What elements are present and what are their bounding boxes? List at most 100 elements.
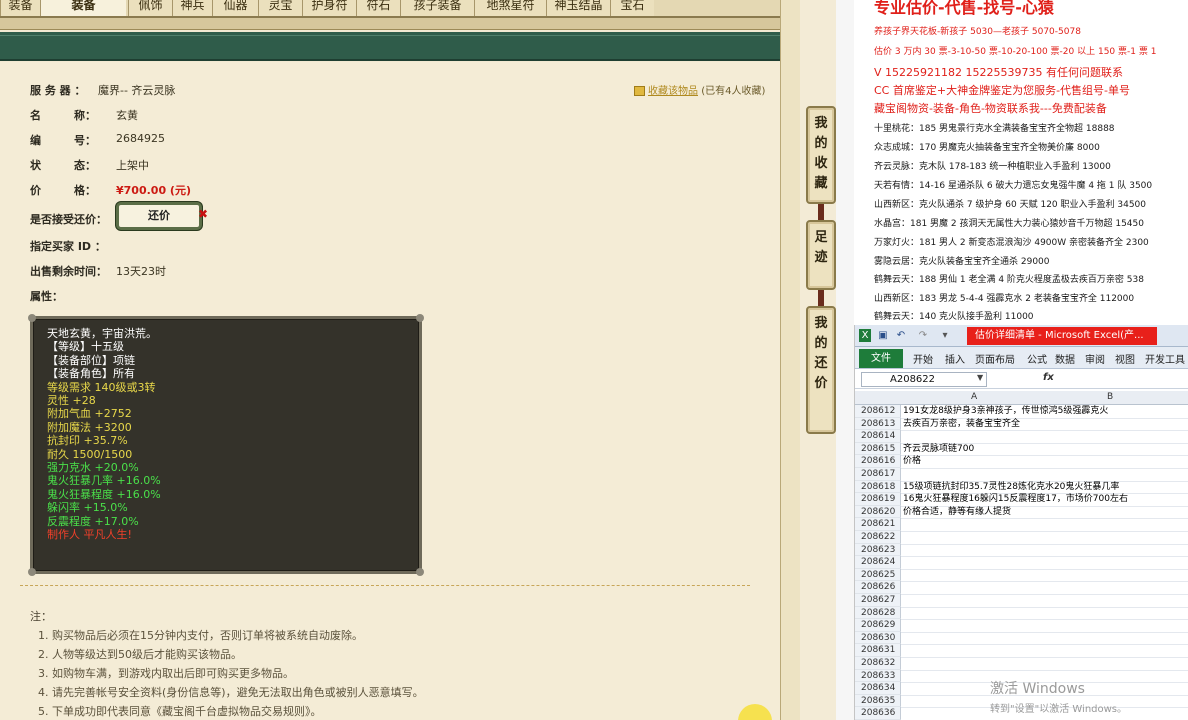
row-header[interactable]: 208634	[855, 682, 901, 695]
tab-formulas[interactable]: 公式	[1027, 351, 1047, 366]
nav-tab[interactable]: 装备	[0, 0, 40, 16]
row-header[interactable]: 208623	[855, 543, 901, 557]
row-header[interactable]: 208626	[855, 581, 901, 594]
grid-line	[901, 669, 1188, 671]
nav-tab[interactable]: 仙器	[212, 0, 258, 16]
note-item: 4. 请先完善帐号安全资料(身份信息等)，避免无法取出角色或被别人恶意填写。	[38, 686, 424, 699]
ad-line: 藏宝阁物资-装备-角色-物资联系我---免费配装备	[874, 102, 1107, 115]
trade-page: 装备 装备 佩饰 神兵 仙器 灵宝 护身符 符石 孩子装备 地煞星符 神玉结晶 …	[0, 0, 800, 720]
row-header[interactable]: 208612	[855, 405, 901, 418]
window-gap	[836, 0, 854, 720]
attribute-line: 等级需求 140级或3转	[47, 380, 156, 394]
column-b-header[interactable]: B	[1107, 392, 1113, 402]
tab-view[interactable]: 视图	[1115, 351, 1135, 366]
row-header[interactable]: 208628	[855, 606, 901, 620]
grid-line	[901, 468, 1188, 469]
tab-home[interactable]: 开始	[913, 351, 933, 366]
row-header[interactable]: 208616	[855, 455, 901, 468]
row-header[interactable]: 208635	[855, 694, 901, 708]
ad-line: 天若有情：14-16 星通杀队 6 破大力遗忘女鬼强牛魔 4 拖 1 队 350…	[874, 181, 1153, 191]
nav-tab[interactable]: 孩子装备	[400, 0, 474, 16]
tab-review[interactable]: 审阅	[1085, 351, 1105, 366]
row-header[interactable]: 208617	[855, 468, 901, 481]
cell-a[interactable]: 价格	[903, 455, 921, 468]
row-header[interactable]: 208622	[855, 531, 901, 544]
row-header[interactable]: 208632	[855, 657, 901, 670]
cell-a[interactable]: 齐云灵脉项链700	[903, 443, 974, 456]
customize-toolbar-icon[interactable]: ▾	[939, 329, 951, 342]
tab-developer[interactable]: 开发工具	[1145, 351, 1185, 366]
nav-tab[interactable]: 神兵	[172, 0, 212, 16]
row-header[interactable]: 208633	[855, 669, 901, 683]
price-label: 价 格：	[30, 184, 96, 197]
row-header[interactable]: 208629	[855, 619, 901, 632]
nav-tab[interactable]: 佩饰	[128, 0, 172, 16]
row-header[interactable]: 208624	[855, 556, 901, 569]
ad-line: 十里桃花：185 男鬼景行克水全满装备宝宝齐全物超 18888	[874, 124, 1115, 134]
grid-line	[901, 543, 1188, 545]
row-header[interactable]: 208620	[855, 505, 901, 519]
cell-a[interactable]: 16鬼火狂暴程度16躲闪15反震程度17，市场价700左右	[903, 493, 1128, 506]
grid-line	[901, 455, 1188, 457]
nav-tab[interactable]: 护身符	[302, 0, 356, 16]
note-item: 1. 购买物品后必须在15分钟内支付，否则订单将被系统自动废除。	[38, 629, 363, 642]
name-box-dropdown-icon[interactable]: ▼	[977, 373, 983, 382]
row-header[interactable]: 208618	[855, 480, 901, 494]
column-a-header[interactable]: A	[971, 392, 977, 402]
attribute-line: 反震程度 +17.0%	[47, 514, 139, 528]
row-header[interactable]: 208621	[855, 518, 901, 531]
corner-ornament	[28, 568, 36, 576]
attribute-line: 耐久 1500/1500	[47, 447, 133, 461]
row-header[interactable]: 208619	[855, 493, 901, 506]
row-header[interactable]: 208613	[855, 417, 901, 431]
tab-data[interactable]: 数据	[1055, 351, 1075, 366]
attribute-line: 强力克水 +20.0%	[47, 461, 139, 474]
row-header[interactable]: 208630	[855, 631, 901, 645]
my-favorites-button[interactable]: 我的收藏	[806, 106, 836, 204]
tab-file[interactable]: 文件	[859, 349, 903, 368]
category-nav: 装备 装备 佩饰 神兵 仙器 灵宝 护身符 符石 孩子装备 地煞星符 神玉结晶 …	[0, 0, 780, 18]
section-header-bar	[0, 32, 780, 61]
ad-line: 众志成城：170 男魔克火抽装备宝宝齐全物美价廉 8000	[874, 143, 1100, 153]
nav-tab[interactable]: 宝石	[610, 0, 654, 16]
cell-a[interactable]: 去疾百万亲密，装备宝宝齐全	[903, 418, 1020, 431]
tab-page-layout[interactable]: 页面布局	[975, 351, 1015, 366]
fx-icon[interactable]: fx	[1043, 372, 1054, 383]
ad-line: 山西新区：克火队通杀 7 级护身 60 天赋 120 职业入手盈利 34500	[874, 200, 1147, 210]
nav-decoration	[0, 18, 780, 30]
footprint-button[interactable]: 足迹	[806, 220, 836, 290]
cell-a[interactable]: 价格合适，静等有缘人提货	[903, 506, 1011, 519]
row-header[interactable]: 208614	[855, 430, 901, 443]
nav-tab[interactable]: 神玉结晶	[546, 0, 610, 16]
status-value: 上架中	[116, 159, 149, 172]
scrollbar[interactable]	[780, 0, 800, 720]
my-bargains-button[interactable]: 我的还价	[806, 306, 836, 434]
excel-ribbon: 文件 开始 插入 页面布局 公式 数据 审阅 视图 开发工具	[855, 347, 1188, 369]
attribute-line: 【装备角色】所有	[47, 367, 135, 381]
cell-a[interactable]: 191女龙8级护身3亲神孩子，传世惊鸿5级强霹克火	[903, 405, 1108, 418]
favorite-link[interactable]: 收藏该物品	[648, 86, 698, 97]
ad-line: 齐云灵脉：克木队 178-183 统一种植职业入手盈利 13000	[874, 162, 1111, 172]
nav-tab[interactable]: 符石	[356, 0, 400, 16]
side-buttons: 我的收藏 足迹 我的还价	[806, 106, 836, 436]
ad-line: 估价 3 万内 30 票-3-10-50 票-10-20-100 票-20 以上…	[874, 47, 1157, 57]
tab-insert[interactable]: 插入	[945, 351, 965, 366]
save-icon[interactable]: ▣	[877, 329, 889, 342]
corner-ornament	[416, 568, 424, 576]
cell-a[interactable]: 15级项链抗封印35.7灵性28炼化克水20鬼火狂暴几率	[903, 481, 1119, 494]
undo-icon[interactable]: ↶	[895, 329, 907, 342]
spreadsheet-grid[interactable]: 208612 191女龙8级护身3亲神孩子，传世惊鸿5级强霹克火 208613 去疾百…	[855, 405, 1188, 720]
nav-tab-active[interactable]: 装备	[40, 0, 126, 16]
row-header[interactable]: 208625	[855, 568, 901, 582]
ad-line: 鹤舞云天：140 克火队接手盈利 11000	[874, 312, 1034, 322]
row-header[interactable]: 208615	[855, 442, 901, 456]
row-header[interactable]: 208627	[855, 594, 901, 607]
attribute-line: 【等级】十五级	[47, 340, 124, 354]
nav-tab[interactable]: 地煞星符	[474, 0, 546, 16]
bargain-button[interactable]: 还价	[116, 202, 202, 230]
row-header[interactable]: 208636	[855, 707, 901, 720]
row-header[interactable]: 208631	[855, 644, 901, 657]
nav-tab[interactable]: 灵宝	[258, 0, 302, 16]
redo-icon[interactable]: ↷	[917, 329, 929, 342]
name-box[interactable]: A208622	[861, 372, 987, 387]
